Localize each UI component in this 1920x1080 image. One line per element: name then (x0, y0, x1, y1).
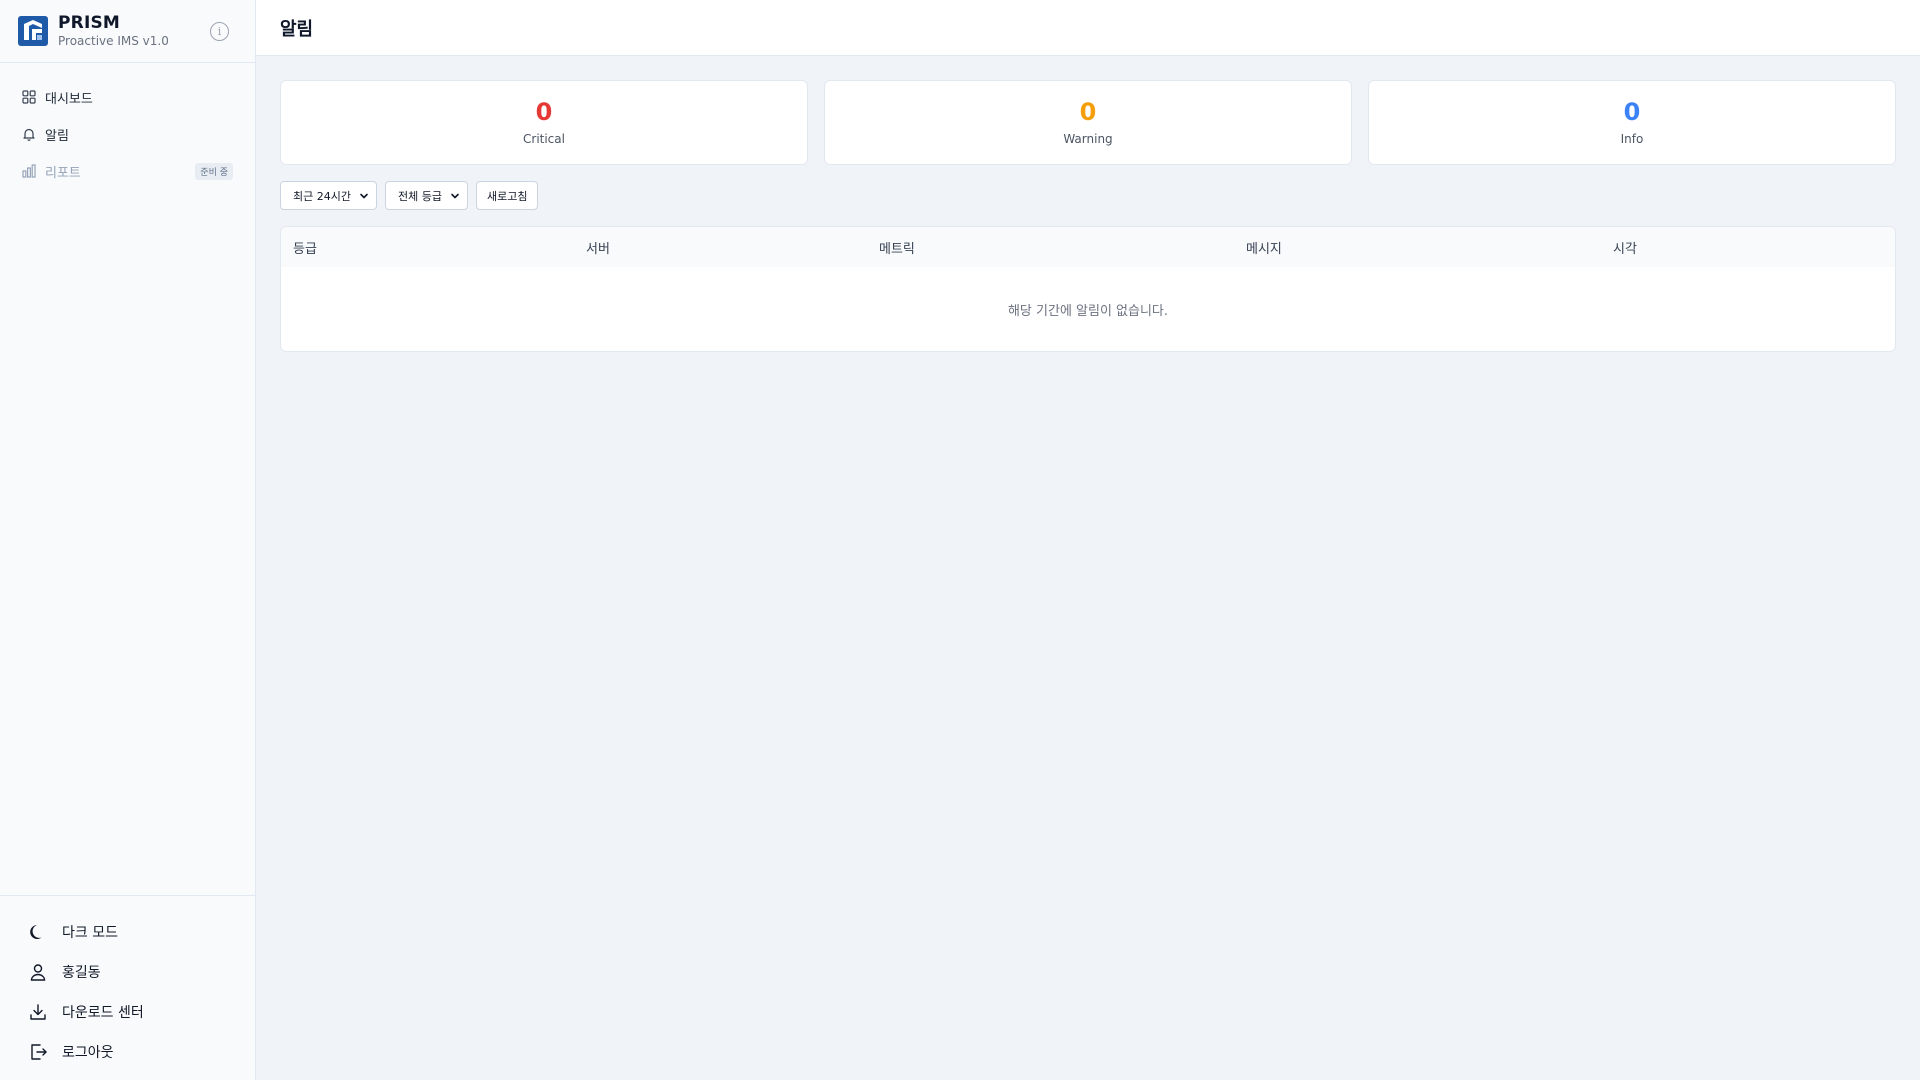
critical-count: 0 (535, 97, 553, 126)
dark-mode-label: 다크 모드 (62, 925, 118, 941)
stat-card-critical: 0 Critical (280, 80, 808, 165)
sidebar: PRISM Proactive IMS v1.0 i 대시보드 알림 리포트 준… (0, 0, 256, 1080)
logout-button[interactable]: 로그아웃 (20, 1032, 235, 1072)
download-center-label: 다운로드 센터 (62, 1005, 144, 1021)
sidebar-item-dashboard[interactable]: 대시보드 (12, 79, 243, 115)
chevron-down-icon (450, 191, 460, 201)
stat-card-warning: 0 Warning (824, 80, 1352, 165)
download-center-link[interactable]: 다운로드 센터 (20, 992, 235, 1032)
filter-bar: 최근 24시간 전체 등급 새로고침 (280, 181, 1896, 210)
column-header-severity: 등급 (293, 241, 317, 257)
period-select-value: 최근 24시간 (293, 189, 351, 203)
info-icon[interactable]: i (210, 22, 229, 41)
sidebar-item-label: 리포트 (45, 165, 81, 181)
logout-label: 로그아웃 (62, 1045, 114, 1061)
brand-name: PRISM (58, 13, 121, 34)
bell-icon (22, 127, 36, 141)
severity-select[interactable]: 전체 등급 (384, 181, 468, 210)
critical-label: Critical (523, 131, 565, 146)
severity-stats: 0 Critical 0 Warning 0 Info (280, 80, 1896, 165)
chevron-down-icon (359, 191, 369, 201)
column-header-metric: 메트릭 (879, 241, 915, 257)
refresh-button[interactable]: 새로고침 (475, 181, 539, 210)
alerts-table: 등급 서버 메트릭 메시지 시각 해당 기간에 알림이 없습니다. (280, 226, 1896, 352)
grid-icon (22, 90, 36, 104)
dark-mode-toggle[interactable]: 다크 모드 (20, 912, 235, 952)
alerts-content: 0 Critical 0 Warning 0 Info 최근 24시간 전체 등… (256, 56, 1920, 352)
user-profile[interactable]: 홍길동 (20, 952, 235, 992)
table-header: 등급 서버 메트릭 메시지 시각 (281, 227, 1895, 267)
brand-subtitle: Proactive IMS v1.0 (58, 33, 169, 48)
main-area: 알림 0 Critical 0 Warning 0 Info 최근 24시간 전… (256, 0, 1920, 1080)
severity-select-value: 전체 등급 (397, 189, 442, 203)
column-header-server: 서버 (586, 241, 610, 257)
sidebar-item-label: 대시보드 (45, 91, 93, 107)
column-header-time: 시각 (1613, 241, 1637, 257)
moon-icon (28, 922, 48, 942)
top-bar: 알림 (256, 0, 1920, 56)
info-count: 0 (1623, 97, 1641, 126)
brand: PRISM Proactive IMS v1.0 i (0, 0, 255, 63)
logout-icon (28, 1042, 48, 1062)
prism-logo-icon (18, 16, 48, 46)
stat-card-info: 0 Info (1368, 80, 1896, 165)
user-icon (28, 962, 48, 982)
bar-chart-icon (22, 164, 36, 178)
column-header-message: 메시지 (1246, 241, 1282, 257)
sidebar-item-reports[interactable]: 리포트 준비 중 (12, 153, 243, 189)
sidebar-item-alerts[interactable]: 알림 (12, 116, 243, 152)
period-select[interactable]: 최근 24시간 (280, 181, 377, 210)
sidebar-nav: 대시보드 알림 리포트 준비 중 (0, 63, 255, 895)
coming-soon-badge: 준비 중 (195, 162, 233, 180)
empty-state-message: 해당 기간에 알림이 없습니다. (1007, 303, 1169, 319)
warning-label: Warning (1063, 131, 1113, 146)
warning-count: 0 (1079, 97, 1097, 126)
sidebar-item-label: 알림 (45, 128, 69, 144)
info-label: Info (1620, 131, 1644, 146)
page-title: 알림 (280, 18, 314, 40)
download-icon (28, 1002, 48, 1022)
sidebar-footer: 다크 모드 홍길동 다운로드 센터 로그아웃 (0, 895, 255, 1080)
user-name: 홍길동 (62, 965, 101, 981)
